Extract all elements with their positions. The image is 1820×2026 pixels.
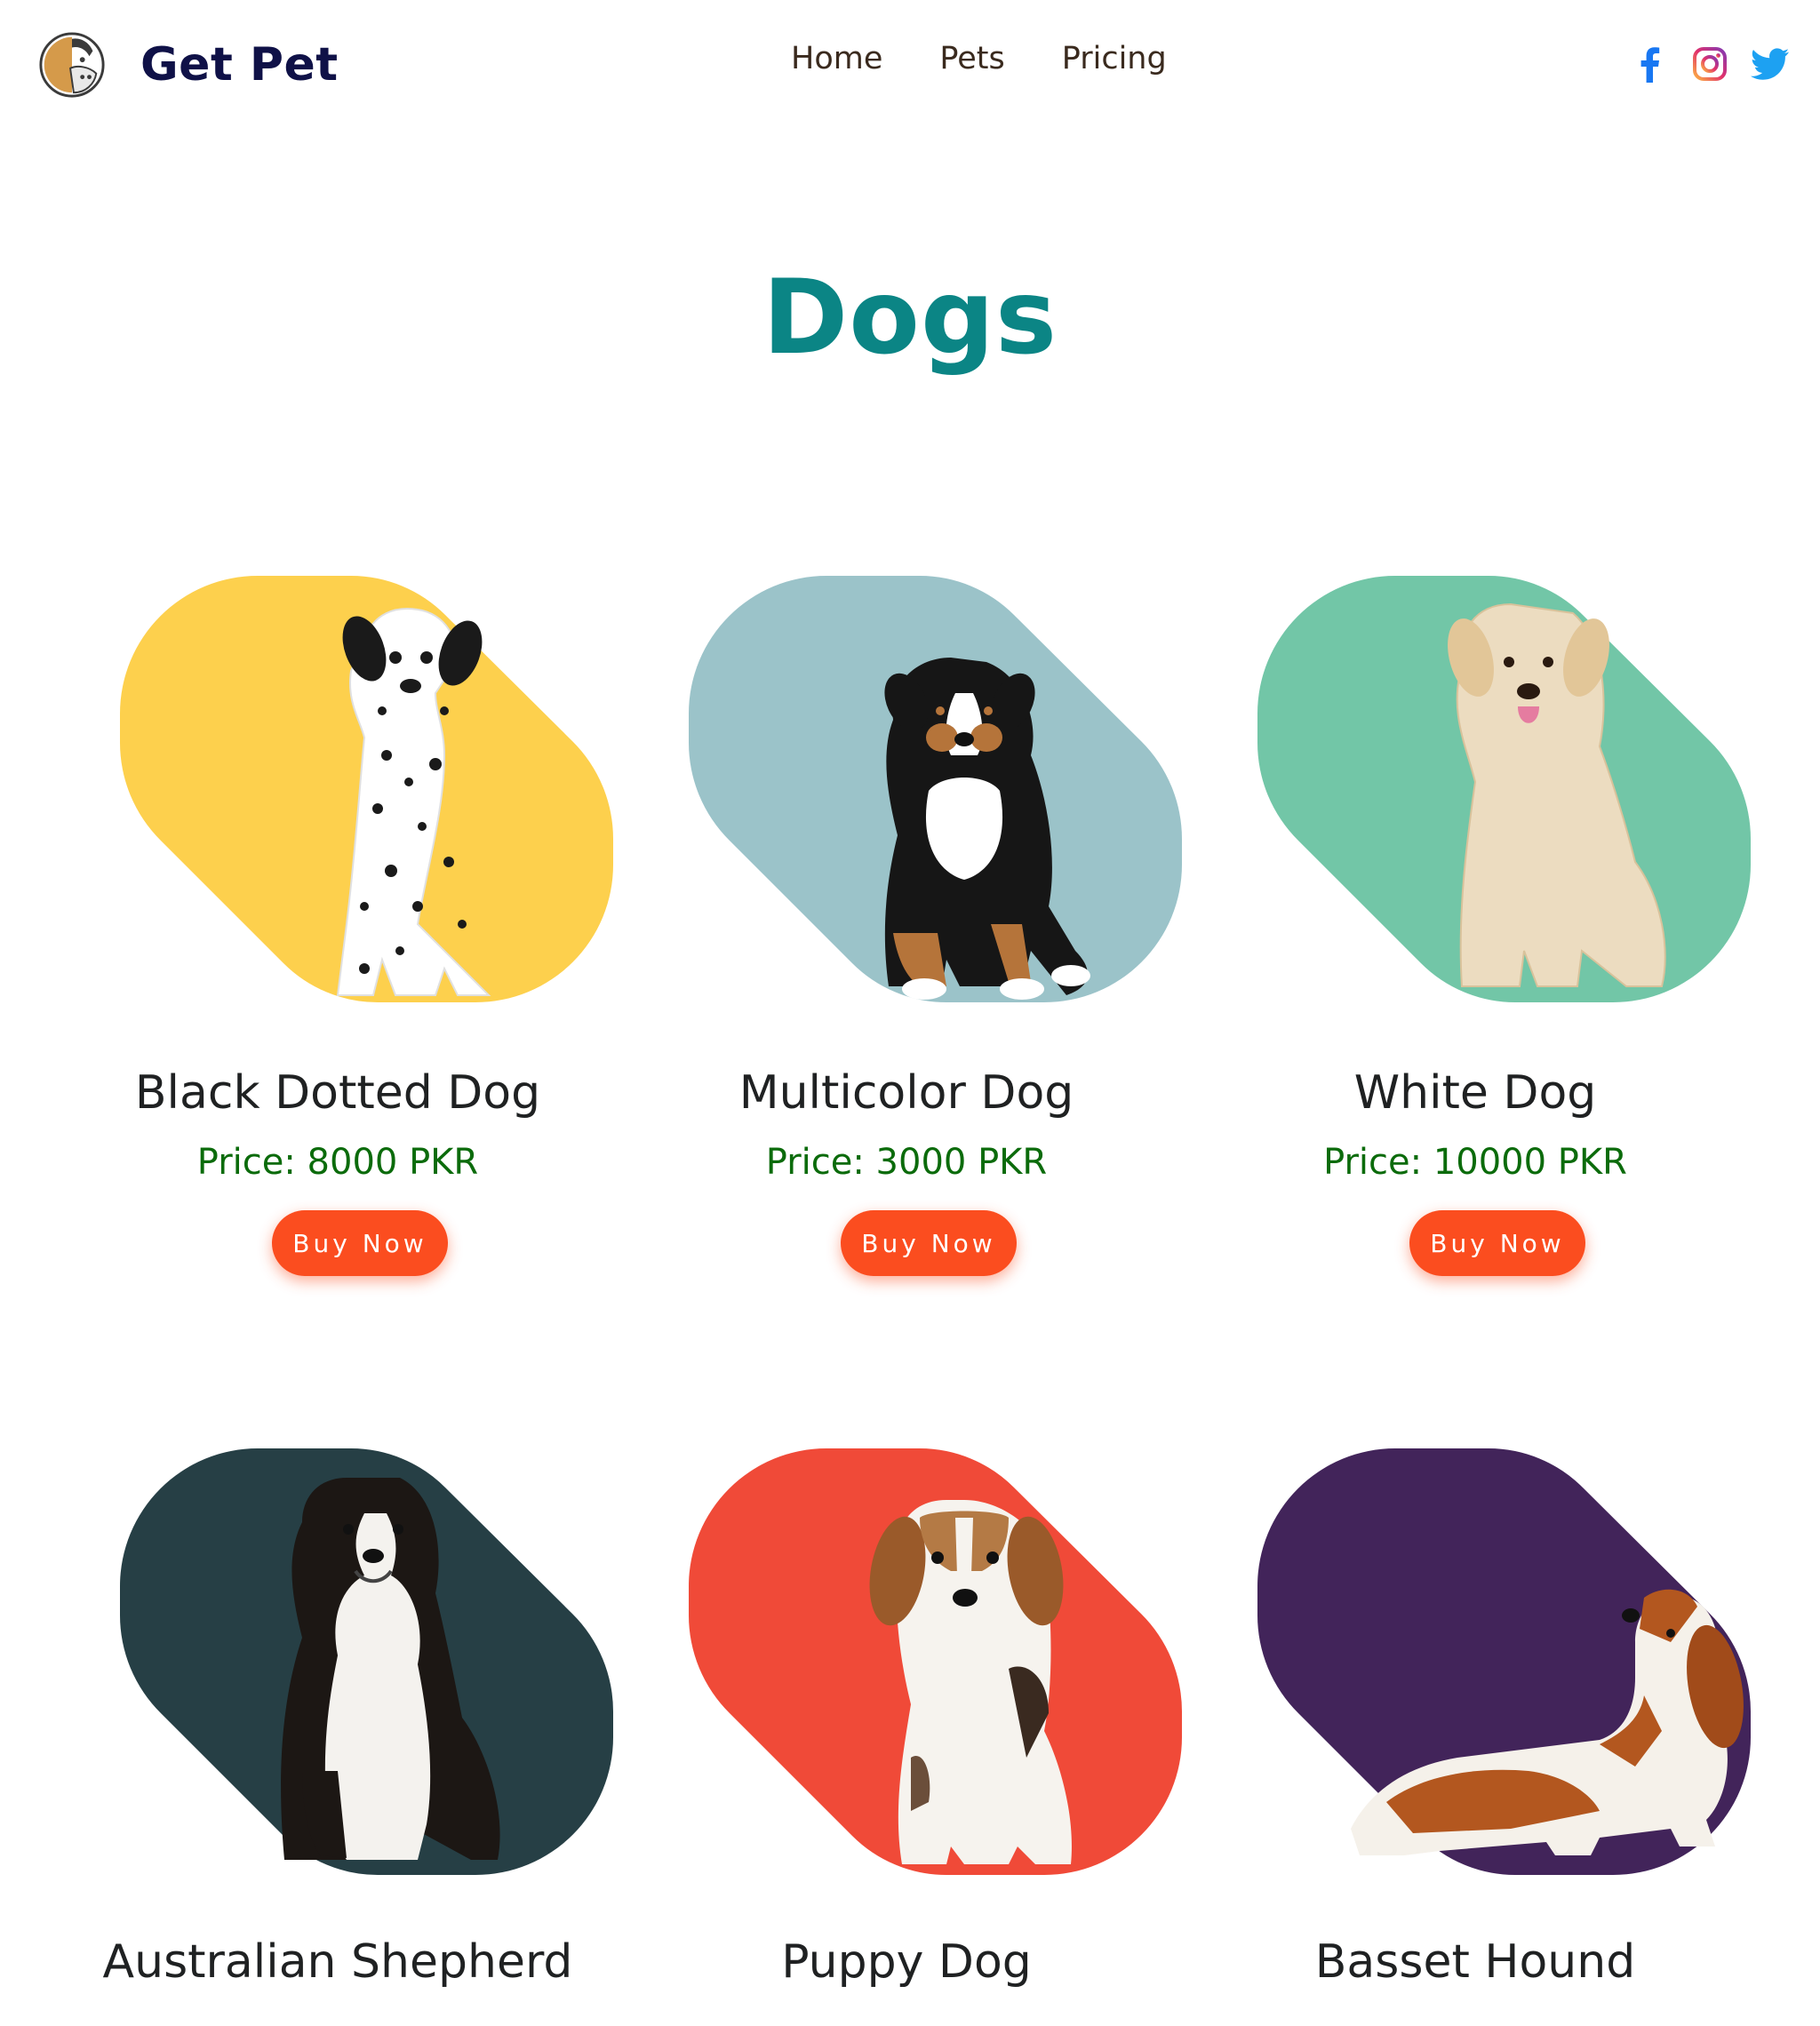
buy-now-button[interactable]: Buy Now: [841, 1210, 1017, 1276]
nav-home[interactable]: Home: [791, 41, 882, 76]
nav-pets[interactable]: Pets: [939, 41, 1004, 76]
product-card: Multicolor Dog Price: 3000 PKR Buy Now: [622, 569, 1191, 1280]
facebook-icon[interactable]: [1630, 44, 1669, 84]
product-card: Australian Shepherd: [53, 1438, 622, 2024]
product-price: Price: 10000 PKR: [1323, 1142, 1627, 1183]
product-name: Puppy Dog: [781, 1935, 1032, 1989]
product-card: White Dog Price: 10000 PKR Buy Now: [1191, 569, 1760, 1280]
pet-logo-icon: [39, 32, 105, 98]
product-name: Australian Shepherd: [102, 1935, 573, 1989]
twitter-icon[interactable]: [1751, 44, 1790, 84]
dalmatian-puppy-image: [119, 576, 614, 1002]
instagram-icon[interactable]: [1690, 44, 1729, 84]
product-price: Price: 3000 PKR: [765, 1142, 1048, 1183]
product-card: Basset Hound: [1191, 1438, 1760, 2024]
australian-shepherd-image: [119, 1448, 614, 1875]
product-price: Price: 8000 PKR: [196, 1142, 479, 1183]
bernese-puppy-image: [688, 576, 1183, 1002]
buy-now-button[interactable]: Buy Now: [272, 1210, 448, 1276]
product-name: Black Dotted Dog: [134, 1066, 541, 1120]
beagle-puppy-image: [688, 1448, 1183, 1875]
product-name: Multicolor Dog: [738, 1066, 1074, 1120]
product-card: Black Dotted Dog Price: 8000 PKR Buy Now: [53, 569, 622, 1280]
product-card: Puppy Dog: [622, 1438, 1191, 2024]
product-name: Basset Hound: [1314, 1935, 1636, 1989]
buy-now-button[interactable]: Buy Now: [1409, 1210, 1585, 1276]
page-title: Dogs: [762, 258, 1058, 378]
golden-retriever-image: [1257, 576, 1752, 1002]
brand[interactable]: Get Pet: [37, 30, 339, 100]
social-links: [1608, 44, 1790, 84]
nav-pricing[interactable]: Pricing: [1062, 41, 1167, 76]
brand-name: Get Pet: [140, 38, 339, 92]
main-nav: Home Pets Pricing: [791, 41, 1167, 76]
site-header: Get Pet Home Pets Pricing: [0, 0, 1820, 133]
basset-hound-image: [1257, 1448, 1752, 1875]
product-name: White Dog: [1353, 1066, 1597, 1120]
